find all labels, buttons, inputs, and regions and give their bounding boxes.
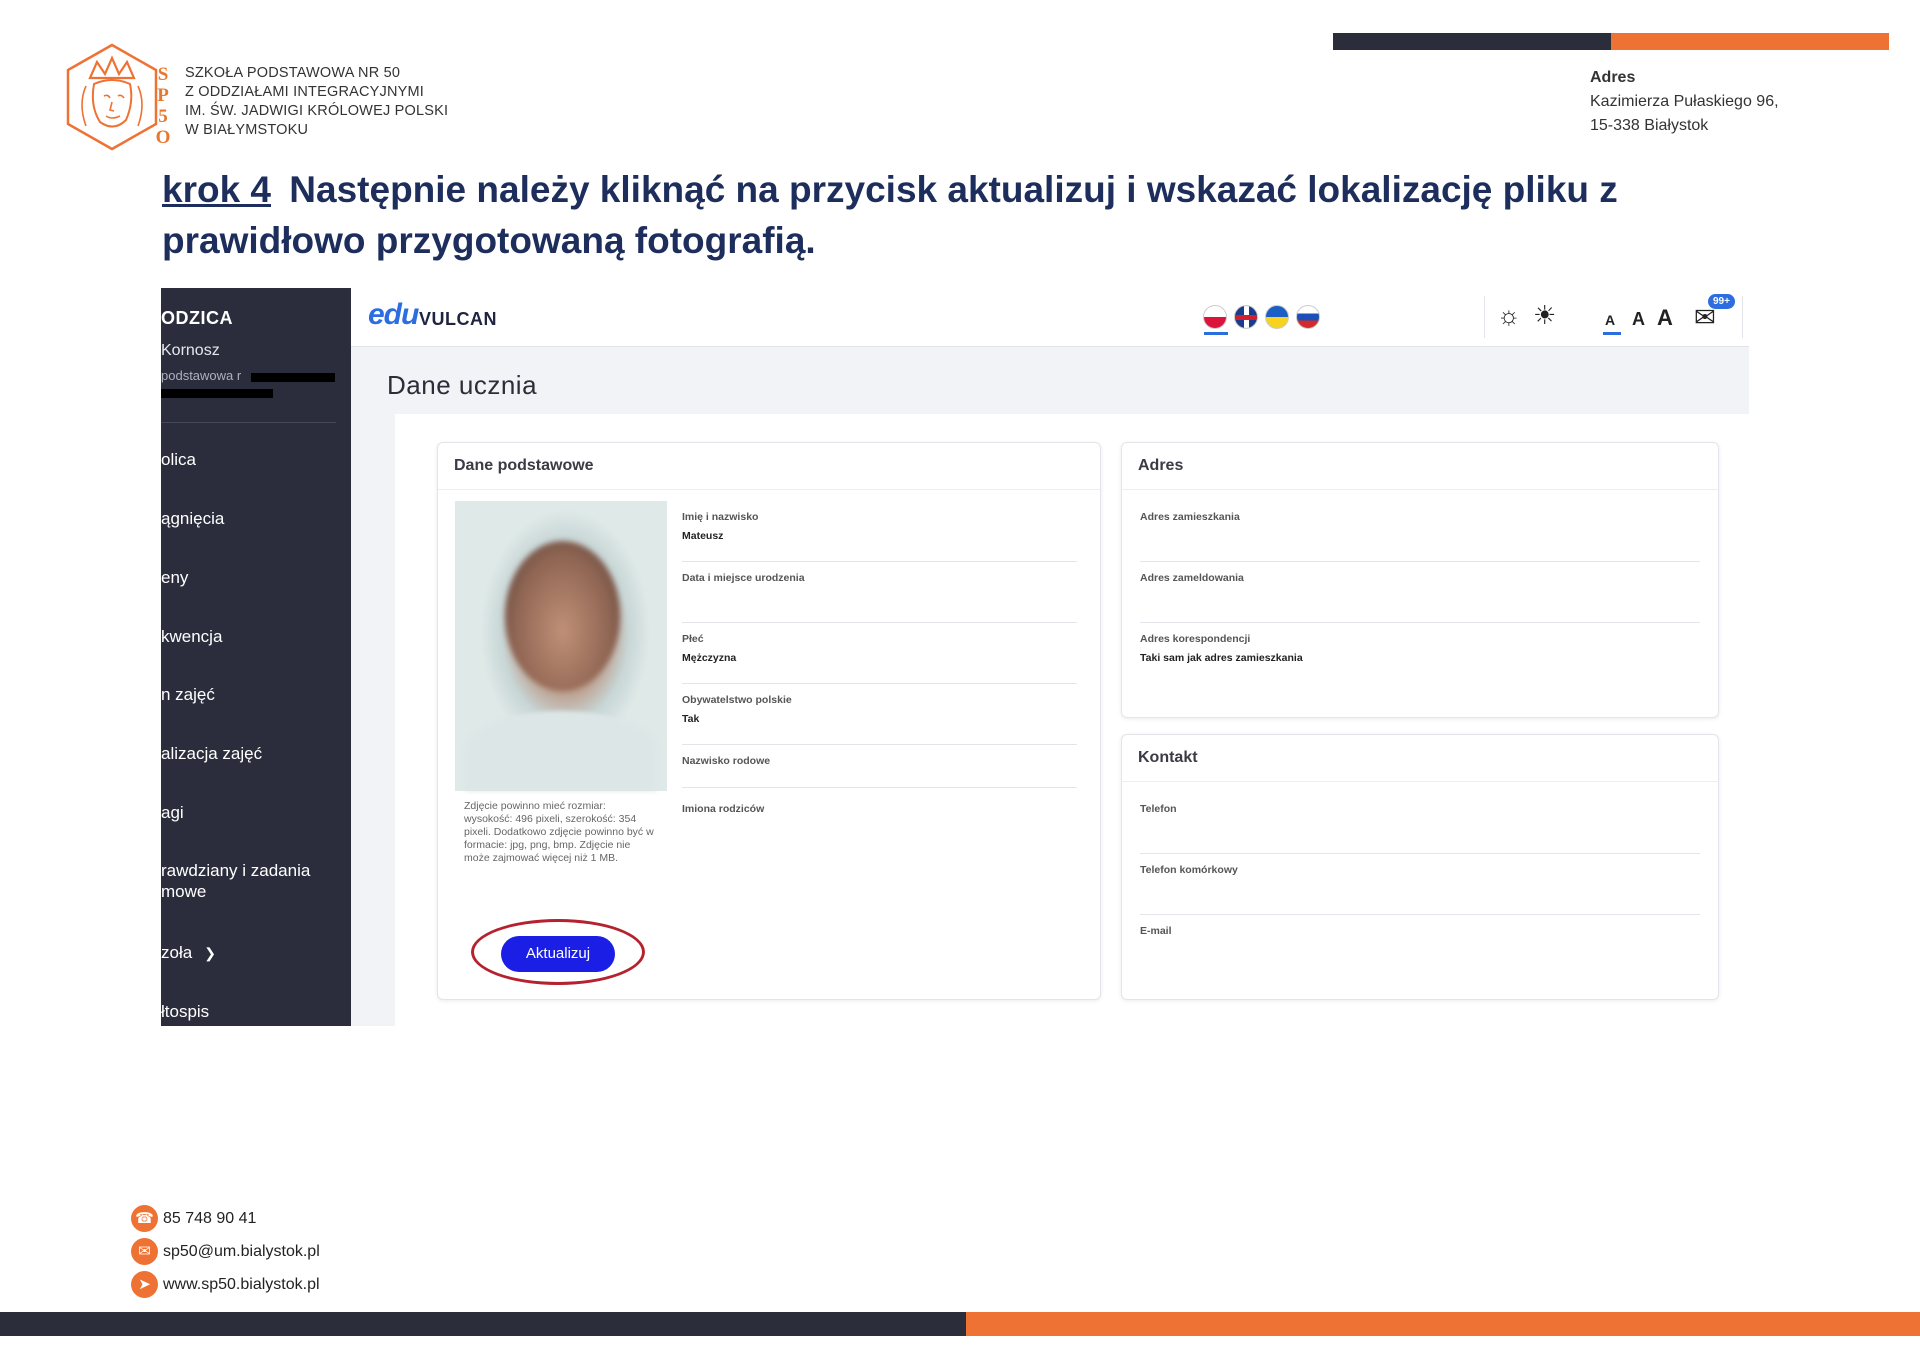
card-title: Dane podstawowe [438,443,1100,490]
school-logo-letters: S P 5 O [155,64,171,148]
school-name: SZKOŁA PODSTAWOWA NR 50 Z ODDZIAŁAMI INT… [185,65,449,138]
active-font-size-indicator [1603,332,1621,335]
app-screenshot: ODZICA Kornosz podstawowa r olica ągnięc… [161,288,1749,1026]
address-card: Adres Adres zamieszkania Adres zameldowa… [1121,442,1719,718]
header-bar-dark [1333,33,1611,50]
field-residence-address: Adres zamieszkania [1140,501,1700,562]
field-phone: Telefon [1140,793,1700,854]
field-family-name: Nazwisko rodowe [682,745,1077,788]
sidebar-role: ODZICA [161,308,233,328]
photo-requirements-note: Zdjęcie powinno mieć rozmiar: wysokość: … [464,800,654,864]
flag-ua-icon[interactable] [1265,305,1289,329]
chevron-down-icon: ❯ [204,945,216,961]
student-photo [455,501,667,791]
font-size-large[interactable]: A [1657,305,1673,331]
photo-head [505,541,620,691]
basic-data-card: Dane podstawowe Zdjęcie powinno mieć roz… [437,442,1101,1000]
language-switcher [1203,305,1320,329]
photo-shirt [465,711,657,791]
field-email: E-mail [1140,925,1172,937]
instruction-text: Następnie należy kliknąć na przycisk akt… [162,169,1618,261]
footer-bar-dark [0,1312,966,1336]
footer-phone: ☎ 85 748 90 41 [131,1205,256,1232]
sidebar-item[interactable]: ągnięcia [161,508,224,529]
sidebar-item[interactable]: łtospis [161,1001,209,1022]
flag-pl-icon[interactable] [1203,305,1227,329]
light-theme-icon[interactable]: ☼ [1497,302,1521,328]
top-navigation: edu VULCAN ☼ ☀ A A A ✉ 99+ ▼ mich @ [351,288,1749,347]
sidebar-item-school[interactable]: zoła ❯ [161,942,216,964]
field-parents-names: Imiona rodziców [682,803,765,815]
font-size-small[interactable]: A [1605,312,1615,328]
footer-email: ✉ sp50@um.bialystok.pl [131,1238,320,1265]
edu-logo[interactable]: edu [368,298,419,332]
sidebar-item[interactable]: kwencja [161,626,222,647]
phone-icon: ☎ [131,1205,158,1232]
update-photo-button[interactable]: Aktualizuj [501,936,615,972]
field-full-name: Imię i nazwisko Mateusz [682,501,1077,562]
flag-en-icon[interactable] [1234,305,1258,329]
sidebar-item[interactable]: olica [161,449,196,470]
contact-card: Kontakt Telefon Telefon komórkowy E-mail [1121,734,1719,1000]
dark-theme-icon[interactable]: ☀ [1533,302,1556,328]
sidebar: ODZICA Kornosz podstawowa r olica ągnięc… [161,288,351,1026]
footer-bar-orange [966,1312,1920,1336]
messages-badge: 99+ [1708,294,1735,309]
field-correspondence-address: Adres korespondencji Taki sam jak adres … [1140,633,1303,664]
flag-ru-icon[interactable] [1296,305,1320,329]
sidebar-item[interactable]: alizacja zajęć [161,743,262,764]
card-title: Adres [1122,443,1718,490]
sidebar-user: Kornosz [161,342,220,359]
school-address: Adres Kazimierza Pułaskiego 96, 15-338 B… [1590,69,1779,134]
nav-divider [1742,296,1743,338]
nav-divider [1484,296,1485,338]
step-label: krok 4 [162,169,272,210]
field-citizenship: Obywatelstwo polskie Tak [682,684,1077,745]
sidebar-divider [161,422,336,423]
font-size-medium[interactable]: A [1632,309,1645,330]
footer-website: ➤ www.sp50.bialystok.pl [131,1271,320,1298]
field-mobile: Telefon komórkowy [1140,854,1700,915]
card-title: Kontakt [1122,735,1718,782]
vulcan-logo: VULCAN [419,309,497,329]
active-language-indicator [1204,332,1228,335]
globe-icon: ➤ [131,1271,158,1298]
sidebar-item[interactable]: rawdziany i zadania mowe [161,860,310,902]
field-registered-address: Adres zameldowania [1140,562,1700,623]
sidebar-item[interactable]: eny [161,567,188,588]
header-bar-orange [1611,33,1889,50]
email-icon: ✉ [131,1238,158,1265]
page-title: Dane ucznia [387,370,538,400]
field-birth: Data i miejsce urodzenia [682,562,1077,623]
sidebar-item[interactable]: n zajęć [161,684,215,705]
redaction-bar [161,389,273,398]
sidebar-school: podstawowa r [161,368,242,383]
redaction-bar [251,373,335,382]
field-gender: Płeć Mężczyzna [682,623,1077,684]
school-crest-logo [66,43,158,151]
content-panel: Dane podstawowe Zdjęcie powinno mieć roz… [395,414,1749,1026]
instruction-heading: krok 4 Następnie należy kliknąć na przyc… [162,164,1782,266]
sidebar-item[interactable]: agi [161,802,184,823]
